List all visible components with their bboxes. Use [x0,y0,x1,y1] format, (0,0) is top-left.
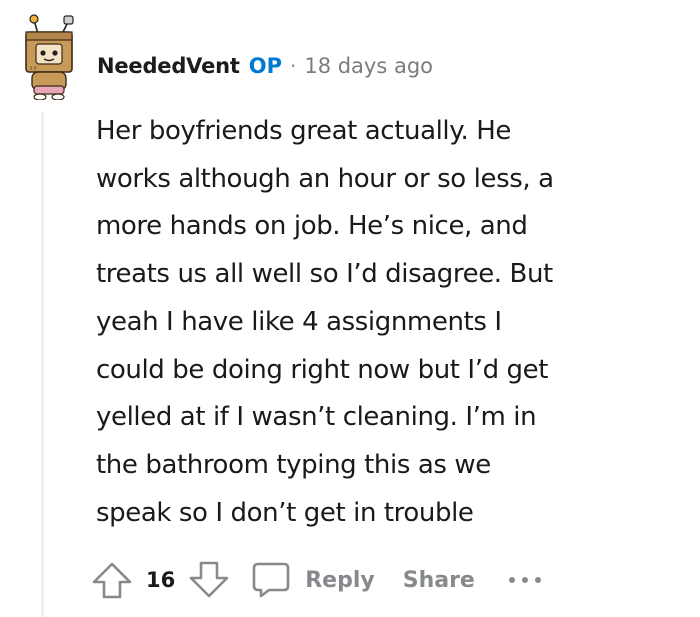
user-avatar[interactable]: ⇧⇧ [12,12,84,100]
meta-separator: · [289,54,297,78]
share-button[interactable]: Share [403,568,475,593]
speech-bubble-icon [251,561,291,599]
comment-body-line: treats us all well so I’d disagree. But [96,259,553,290]
comment-meta: NeededVent OP · 18 days ago [97,50,433,82]
comment-body-line: Her boyfriends great actually. He [96,116,512,146]
comment-author[interactable]: NeededVent [97,54,240,78]
reply-button[interactable]: Reply [251,561,375,599]
comment-body-line: yeah I have like 4 assignments I [96,306,502,337]
comment-actions: 16 Reply Share [90,558,543,602]
reply-label: Reply [305,567,375,593]
ellipsis-icon [508,577,541,583]
comment-body-line: could be doing right now but I’d get [96,354,549,385]
reddit-comment: ⇧⇧ NeededVent OP · 18 days ago Her boyfr… [0,0,700,617]
comment-body: Her boyfriends great actually. He works … [96,108,656,537]
comment-timestamp[interactable]: 18 days ago [304,54,433,78]
comment-body-line: yelled at if I wasn’t cleaning. I’m in [96,402,537,433]
comment-body-line: speak so I don’t get in trouble [96,497,474,528]
svg-text:⇧⇧: ⇧⇧ [29,66,37,72]
more-options-button[interactable] [507,575,543,585]
arrow-up-outline-icon[interactable] [90,560,134,600]
vote-count: 16 [146,568,176,592]
comment-body-line: works although an hour or so less, a [96,163,554,194]
arrow-down-outline-icon[interactable] [187,560,231,600]
comment-body-line: the bathroom typing this as we [96,449,491,480]
comment-body-line: more hands on job. He’s nice, and [96,211,528,242]
thread-collapse-line[interactable] [41,112,44,617]
op-badge: OP [248,54,282,78]
